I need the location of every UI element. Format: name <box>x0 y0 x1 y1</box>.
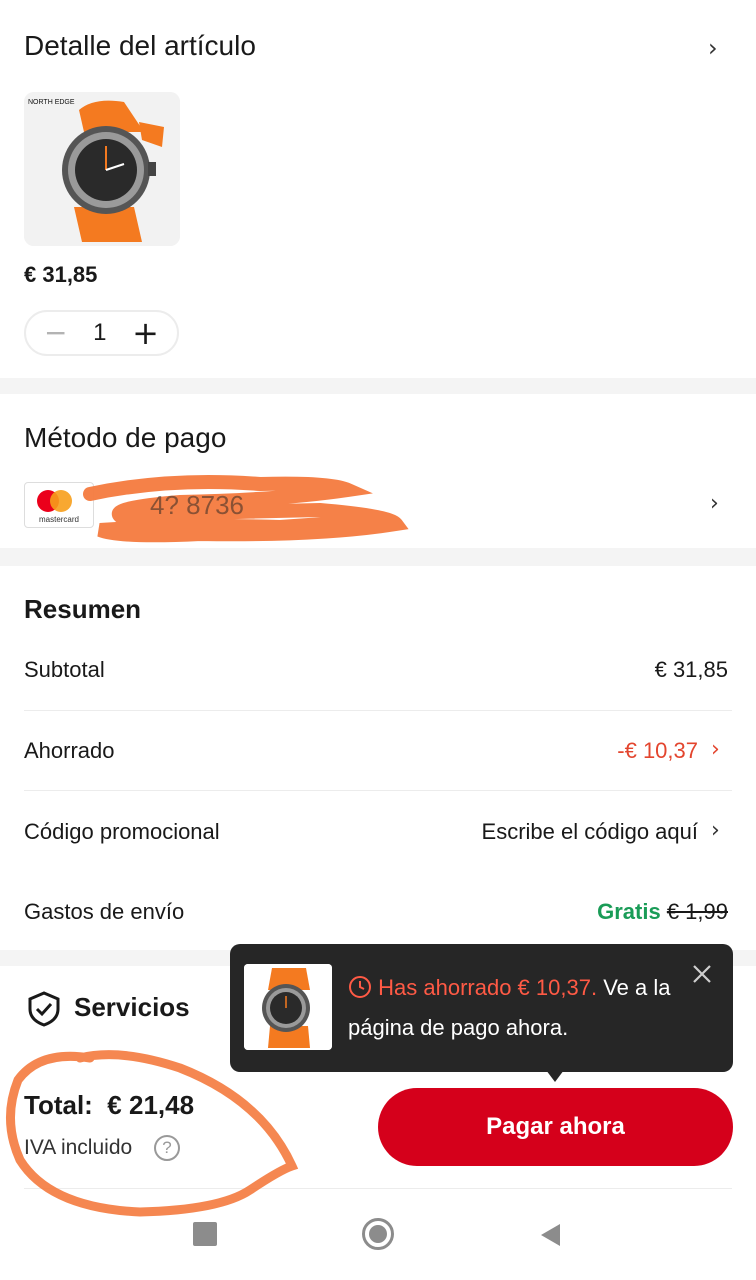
services-title: Servicios <box>74 992 190 1022</box>
brand-logo-text: NORTH EDGE <box>28 99 75 106</box>
payment-chevron-right-icon[interactable]: › <box>710 491 719 516</box>
watch-thumbnail <box>244 964 332 1050</box>
item-price: € 31,85 <box>24 262 98 287</box>
nav-home-icon[interactable] <box>362 1218 394 1250</box>
total-value: € 21,48 <box>107 1090 195 1120</box>
clock-icon <box>349 976 371 998</box>
payment-method-title: Método de pago <box>24 422 227 453</box>
item-detail-title: Detalle del artículo <box>24 30 256 61</box>
promo-code-label: Código promocional <box>24 819 220 844</box>
promo-chevron-right-icon[interactable]: › <box>711 818 720 843</box>
help-circle-icon[interactable]: ? <box>154 1135 180 1161</box>
product-image[interactable]: NORTH EDGE <box>24 92 180 246</box>
tooltip-arrow <box>546 1070 564 1082</box>
divider <box>24 1188 732 1189</box>
saved-label: Ahorrado <box>24 738 115 763</box>
quantity-value: 1 <box>93 319 107 346</box>
nav-recents-icon[interactable] <box>193 1222 217 1246</box>
saved-value[interactable]: -€ 10,37 <box>617 738 698 764</box>
shipping-label: Gastos de envío <box>24 899 185 924</box>
divider <box>24 710 732 711</box>
close-icon[interactable] <box>690 962 714 986</box>
svg-text:4? 8736: 4? 8736 <box>150 490 244 520</box>
decrease-quantity-button[interactable]: − <box>44 319 67 347</box>
summary-title: Resumen <box>24 594 142 624</box>
saved-chevron-right-icon[interactable]: › <box>711 737 720 762</box>
shipping-old-price: € 1,99 <box>666 899 728 924</box>
total-label: Total: <box>24 1090 93 1120</box>
nav-back-icon[interactable] <box>538 1222 562 1248</box>
tooltip-message: Has ahorrado € 10,37. Ve a la página de … <box>348 968 678 1048</box>
vat-included-note: IVA incluido <box>24 1136 133 1159</box>
item-detail-chevron-right-icon[interactable]: › <box>708 34 718 62</box>
watch-image: NORTH EDGE <box>24 92 180 246</box>
increase-quantity-button[interactable]: + <box>132 317 159 349</box>
subtotal-value: € 31,85 <box>654 657 728 682</box>
shield-check-icon <box>28 991 60 1027</box>
redacted-card-number-scribble: 4? 8736 <box>83 474 409 543</box>
subtotal-label: Subtotal <box>24 657 105 682</box>
total: Total: € 21,48 <box>24 1090 194 1121</box>
shipping-value: Gratis € 1,99 <box>597 899 728 925</box>
pay-now-button[interactable]: Pagar ahora <box>378 1088 733 1166</box>
promo-code-input[interactable]: Escribe el código aquí <box>482 819 698 845</box>
divider <box>24 790 732 791</box>
quantity-stepper[interactable]: − 1 + <box>24 310 179 356</box>
tooltip-product-image <box>244 964 332 1050</box>
shipping-free: Gratis <box>597 899 661 924</box>
tooltip-savings-highlight: Has ahorrado € 10,37. <box>378 975 598 1000</box>
